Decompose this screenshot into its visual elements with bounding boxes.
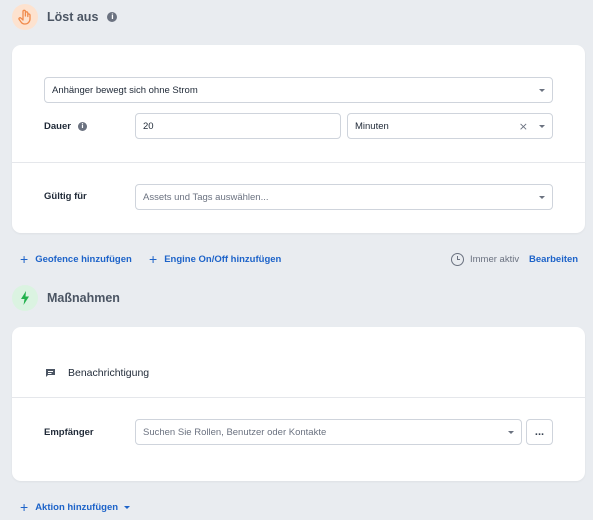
duration-label-row: Dauer i <box>44 120 87 132</box>
duration-label: Dauer <box>44 120 71 132</box>
trigger-card: Anhänger bewegt sich ohne Strom Dauer i … <box>12 45 585 233</box>
info-icon[interactable]: i <box>77 121 87 131</box>
recipients-placeholder: Suchen Sie Rollen, Benutzer oder Kontakt… <box>143 426 327 438</box>
trigger-title: Löst aus <box>47 10 99 24</box>
duration-unit-value: Minuten <box>355 120 389 132</box>
add-geofence-label: Geofence hinzufügen <box>35 253 132 265</box>
divider <box>12 162 585 163</box>
duration-input[interactable]: 20 <box>135 113 341 139</box>
plus-icon: + <box>149 251 158 267</box>
message-icon <box>46 369 55 377</box>
add-action-label: Aktion hinzufügen <box>35 501 119 513</box>
clear-icon[interactable]: × <box>519 121 528 132</box>
lightning-icon <box>12 285 38 311</box>
valid-for-label: Gültig für <box>44 191 87 202</box>
assets-tags-placeholder: Assets und Tags auswählen... <box>143 191 269 203</box>
plus-icon: + <box>20 499 29 515</box>
more-options-button[interactable]: ... <box>526 419 553 445</box>
trigger-section-header: Löst aus i <box>12 3 118 31</box>
actions-card: Benachrichtigung Empfänger Suchen Sie Ro… <box>12 327 585 481</box>
edit-label: Bearbeiten <box>529 254 579 265</box>
notification-label: Benachrichtigung <box>68 367 150 379</box>
chevron-down-icon <box>124 505 131 509</box>
add-geofence-button[interactable]: + Geofence hinzufügen <box>20 252 132 266</box>
assets-tags-select[interactable]: Assets und Tags auswählen... <box>135 184 553 210</box>
trigger-event-value: Anhänger bewegt sich ohne Strom <box>52 84 198 96</box>
duration-value: 20 <box>143 120 154 132</box>
schedule-status-label: Immer aktiv <box>470 254 520 265</box>
recipients-label: Empfänger <box>44 427 94 438</box>
chevron-down-icon <box>508 430 514 434</box>
plus-icon: + <box>20 251 29 267</box>
actions-title: Maßnahmen <box>47 291 120 305</box>
duration-unit-select[interactable]: Minuten × <box>347 113 553 139</box>
divider <box>12 397 585 398</box>
clock-icon <box>451 253 464 266</box>
schedule-status: Immer aktiv <box>451 253 519 266</box>
add-engine-label: Engine On/Off hinzufügen <box>164 253 282 265</box>
info-icon[interactable]: i <box>107 12 118 22</box>
actions-section-header: Maßnahmen <box>12 284 120 312</box>
recipients-select[interactable]: Suchen Sie Rollen, Benutzer oder Kontakt… <box>135 419 522 445</box>
hand-icon <box>12 4 38 30</box>
chevron-down-icon <box>539 195 545 199</box>
trigger-event-select[interactable]: Anhänger bewegt sich ohne Strom <box>44 77 553 103</box>
add-action-button[interactable]: + Aktion hinzufügen <box>20 499 131 515</box>
notification-row: Benachrichtigung <box>45 367 149 379</box>
chevron-down-icon <box>539 124 545 128</box>
add-engine-button[interactable]: + Engine On/Off hinzufügen <box>149 252 281 266</box>
chevron-down-icon <box>539 88 545 92</box>
edit-schedule-link[interactable]: Bearbeiten <box>529 254 578 265</box>
